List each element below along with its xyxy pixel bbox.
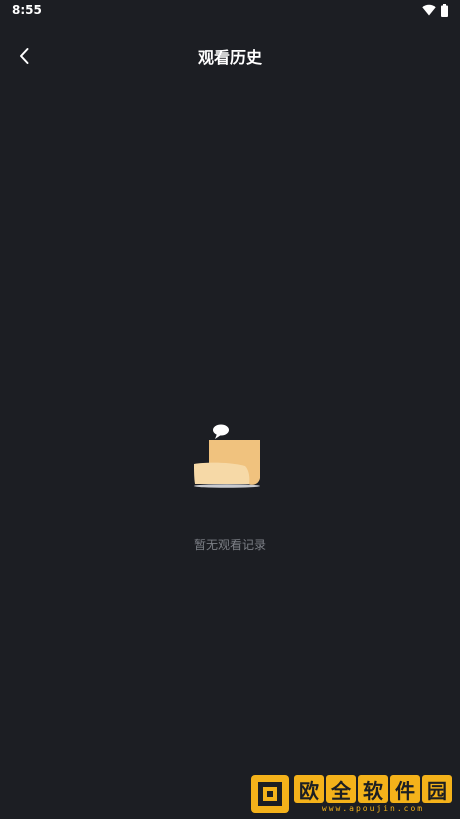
battery-icon: [441, 3, 448, 17]
empty-scroll-icon: [194, 424, 260, 488]
app-bar: 观看历史: [0, 34, 460, 78]
watermark: 欧 全 软 件 园 www.apoujin.com: [250, 773, 452, 815]
status-bar: 8:55: [0, 0, 460, 22]
watermark-char: 园: [422, 775, 452, 803]
watermark-url: www.apoujin.com: [321, 804, 425, 813]
watermark-char: 全: [326, 775, 356, 803]
watermark-char: 件: [390, 775, 420, 803]
wifi-icon: [422, 4, 436, 16]
status-icons: [422, 3, 448, 17]
watermark-logo-icon: [251, 775, 289, 813]
watermark-char: 欧: [294, 775, 324, 803]
empty-state-message: 暂无观看记录: [193, 538, 266, 552]
empty-state: 暂无观看记录: [0, 420, 460, 553]
page-title: 观看历史: [197, 48, 262, 67]
watermark-chars: 欧 全 软 件 园: [294, 775, 452, 803]
status-time: 8:55: [12, 3, 42, 17]
watermark-char: 软: [358, 775, 388, 803]
watermark-text: 欧 全 软 件 园 www.apoujin.com: [294, 775, 452, 813]
